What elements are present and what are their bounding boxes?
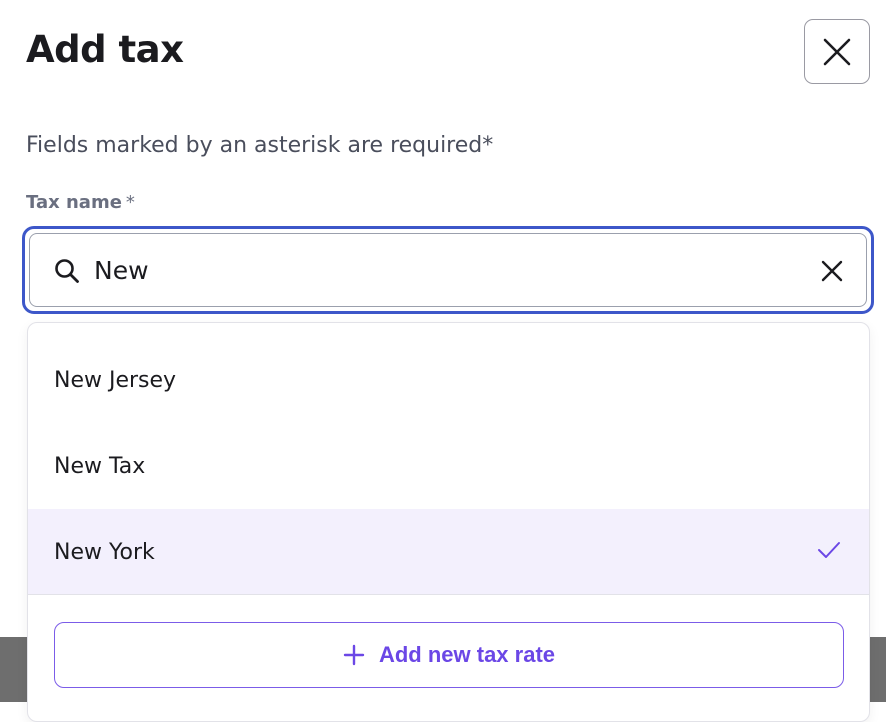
close-icon [823, 38, 851, 65]
option-new-tax[interactable]: New Tax [28, 423, 869, 509]
tax-name-label-text: Tax name [26, 192, 122, 213]
option-label: New Tax [54, 453, 146, 479]
tax-options-dropdown: New Jersey New Tax New York Add new tax … [27, 322, 870, 722]
add-new-tax-rate-label: Add new tax rate [378, 642, 556, 667]
dropdown-divider [28, 594, 869, 595]
option-label: New Jersey [54, 367, 177, 393]
add-new-tax-rate-button[interactable]: Add new tax rate [54, 622, 844, 688]
required-asterisk: * [125, 192, 135, 213]
required-fields-note: Fields marked by an asterisk are require… [26, 133, 494, 158]
option-new-york[interactable]: New York [28, 509, 869, 595]
check-icon [818, 542, 840, 558]
clear-icon[interactable] [820, 259, 844, 283]
close-button[interactable] [804, 19, 870, 84]
tax-name-label: Tax name * [26, 192, 135, 213]
option-label: New York [54, 539, 155, 565]
option-new-jersey[interactable]: New Jersey [28, 337, 869, 423]
modal-title: Add tax [26, 28, 184, 71]
tax-name-search-field[interactable]: New [22, 226, 874, 314]
search-input[interactable]: New [94, 256, 149, 285]
search-input-frame: New [29, 233, 867, 307]
add-tax-modal: Add tax Fields marked by an asterisk are… [0, 0, 886, 722]
plus-icon [343, 644, 365, 666]
search-icon [55, 259, 79, 283]
